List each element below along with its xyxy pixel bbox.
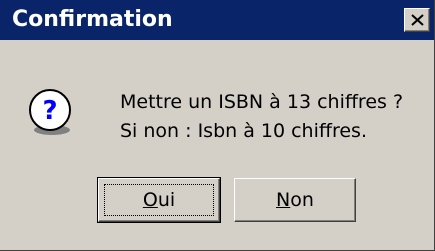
message-text: Mettre un ISBN à 13 chiffres ? Si non : … (120, 88, 403, 146)
close-icon (411, 14, 424, 26)
svg-text:?: ? (42, 96, 57, 126)
yes-button-label-rest: ui (157, 189, 176, 211)
confirmation-dialog: Confirmation ? Mettre un ISBN à 13 chiff… (0, 0, 435, 251)
close-button[interactable] (404, 8, 430, 32)
no-button-label-rest: on (290, 189, 314, 211)
no-button-mnemonic: N (276, 189, 291, 211)
title-bar[interactable]: Confirmation (0, 0, 434, 40)
no-button[interactable]: Non (234, 178, 356, 222)
question-icon: ? (26, 86, 78, 138)
message-line-2: Si non : Isbn à 10 chiffres. (120, 120, 367, 142)
yes-button-mnemonic: O (142, 189, 158, 211)
yes-button[interactable]: Oui (97, 177, 221, 223)
message-line-1: Mettre un ISBN à 13 chiffres ? (120, 91, 404, 113)
dialog-title: Confirmation (12, 7, 173, 32)
